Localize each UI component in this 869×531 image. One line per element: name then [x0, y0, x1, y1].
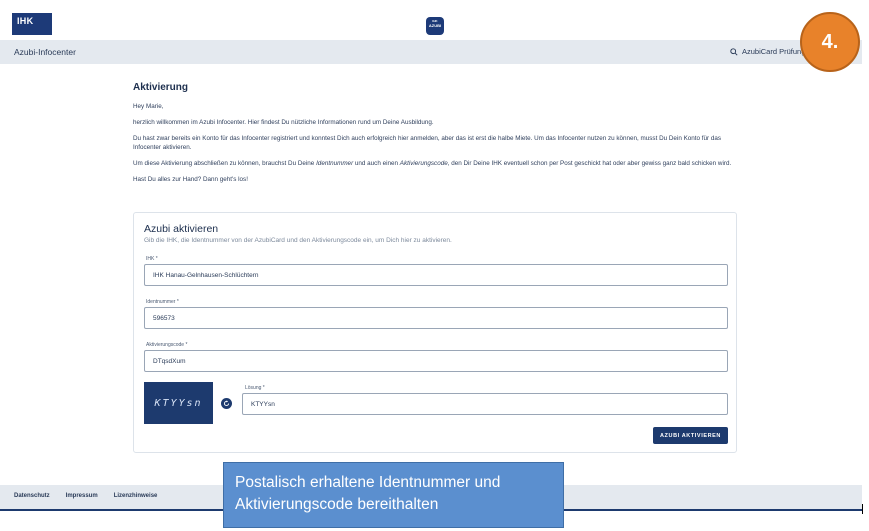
search-icon — [730, 47, 738, 56]
azubicard-check-link[interactable]: AzubiCard Prüfung — [730, 47, 805, 56]
nav-title[interactable]: Azubi-Infocenter — [14, 47, 76, 57]
greeting-text: Hey Marie, — [133, 103, 164, 110]
instruction-callout: Postalisch erhaltene Identnummer und Akt… — [223, 462, 564, 528]
ihk-logo[interactable]: IHK — [12, 13, 52, 35]
ihk-field-label: IHK * — [146, 256, 158, 262]
azubi-app-logo[interactable]: IHK AZUBI — [426, 17, 444, 35]
activate-azubi-button[interactable]: AZUBI AKTIVIEREN — [653, 427, 728, 444]
callout-line-1: Postalisch erhaltene Identnummer und — [235, 474, 501, 491]
identnummer-field[interactable]: 596573 — [144, 307, 728, 329]
aktivierungscode-field[interactable]: DTqsdXum — [144, 350, 728, 372]
nav-bar: Azubi-Infocenter AzubiCard Prüfung — [0, 40, 862, 64]
welcome-text: herzlich willkommen im Azubi Infocenter.… — [133, 119, 434, 126]
info-text-2-part-a: Um diese Aktivierung abschließen zu könn… — [133, 160, 317, 167]
info-text-2-aktivierungscode: Aktivierungscode — [399, 160, 448, 167]
main-content: Aktivierung Hey Marie, herzlich willkomm… — [133, 82, 743, 191]
form-subtitle: Gib die IHK, die Identnummer von der Azu… — [144, 237, 452, 244]
edge-marker — [862, 504, 863, 514]
footer-link-lizenzhinweise[interactable]: Lizenzhinweise — [114, 493, 158, 499]
footer-link-datenschutz[interactable]: Datenschutz — [14, 493, 50, 499]
captcha-solution-field[interactable]: KTYYsn — [242, 393, 728, 415]
info-text-2-part-b: und auch einen — [353, 160, 400, 167]
refresh-captcha-icon[interactable] — [221, 398, 232, 409]
info-text-3: Hast Du alles zur Hand? Dann geht's los! — [133, 176, 248, 183]
top-bar: IHK IHK AZUBI — [0, 0, 869, 40]
form-title: Azubi aktivieren — [144, 223, 219, 235]
solution-field-label: Lösung * — [245, 385, 265, 391]
ihk-select-field[interactable]: IHK Hanau-Gelnhausen-Schlüchtern — [144, 264, 728, 286]
info-text-2-part-c: , den Dir Deine IHK eventuell schon per … — [447, 160, 732, 167]
azubicard-check-label: AzubiCard Prüfung — [742, 47, 806, 56]
ihk-logo-text: IHK — [17, 16, 34, 26]
captcha-image: KTYYsn — [144, 382, 213, 424]
step-badge: 4. — [800, 12, 860, 72]
footer-links: Datenschutz Impressum Lizenzhinweise — [14, 493, 157, 499]
identnummer-field-label: Identnummer * — [146, 299, 179, 305]
refresh-glyph-icon — [223, 400, 230, 407]
activation-form-card: Azubi aktivieren Gib die IHK, die Identn… — [133, 212, 737, 453]
info-text-2: Um diese Aktivierung abschließen zu könn… — [133, 159, 743, 168]
footer-link-impressum[interactable]: Impressum — [66, 493, 98, 499]
azubi-logo-text: AZUBI — [428, 22, 442, 28]
callout-line-2: Aktivierungscode bereithalten — [235, 496, 439, 513]
info-text-1: Du hast zwar bereits ein Konto für das I… — [133, 135, 722, 151]
aktivierungscode-field-label: Aktivierungscode * — [146, 342, 188, 348]
page-title: Aktivierung — [133, 82, 189, 93]
info-text-2-identnummer: Identnummer — [316, 160, 354, 167]
